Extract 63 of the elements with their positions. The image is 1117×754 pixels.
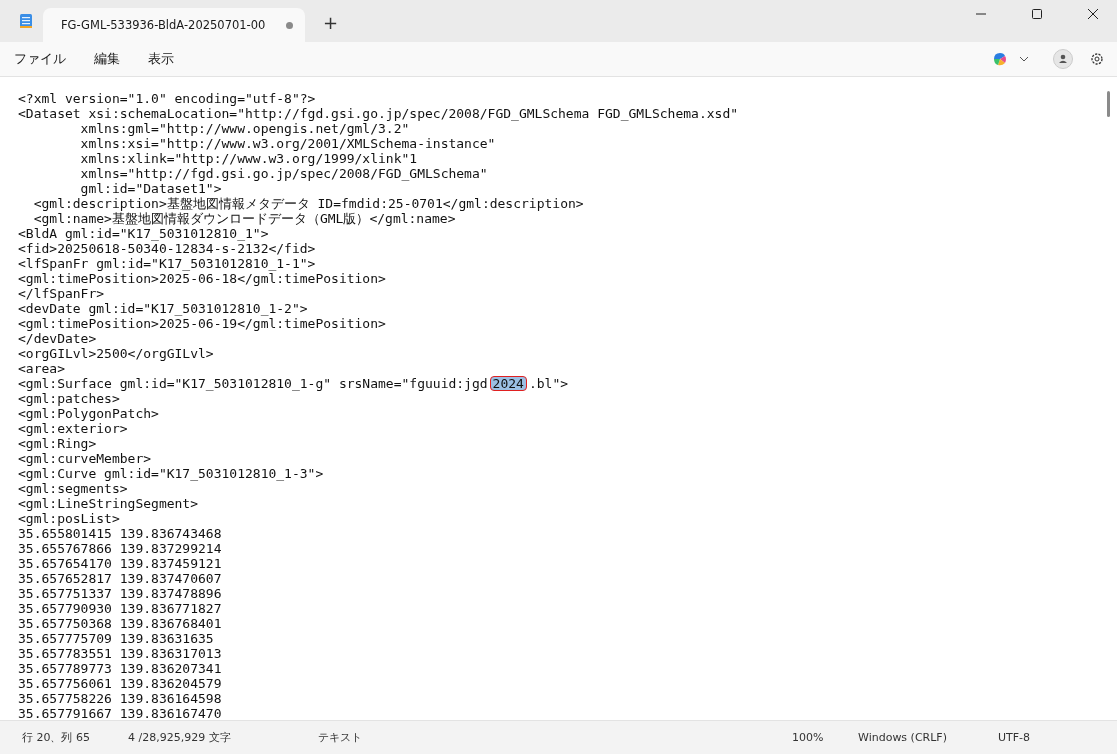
code-line: <gml:PolygonPatch> [18, 406, 159, 421]
code-line: <gml:name>基盤地図情報ダウンロードデータ（GML版）</gml:name> [32, 211, 456, 226]
code-line: <?xml version="1.0" encoding="utf-8"?> [18, 91, 316, 106]
code-line: <lfSpanFr gml:id="K17_5031012810_1-1"> [18, 256, 316, 271]
code-line: </lfSpanFr> [18, 286, 105, 301]
code-line: 35.657750368 139.836768401 [18, 616, 222, 631]
file-format: テキスト [317, 730, 363, 745]
menu-item[interactable]: 編集 [94, 50, 120, 68]
code-line: xmlns:xsi="http://www.w3.org/2001/XMLSchema-instance" [79, 136, 496, 151]
code-line: <gml:posList> [18, 511, 120, 526]
new-tab-button[interactable]: + [319, 8, 343, 36]
code-line: gml:id="Dataset1"> [79, 181, 222, 196]
code-line: <gml:LineStringSegment> [18, 496, 198, 511]
code-line: <area> [18, 361, 65, 376]
code-line: <Dataset xsi:schemaLocation="http://fgd.gsi.go.jp/spec/2008/FGD_GMLSchema FGD_GMLSchema.xsd" [18, 106, 739, 121]
code-line: 35.657652817 139.837470607 [18, 571, 222, 586]
code-line: 35.657775709 139.83631635 [18, 631, 214, 646]
copilot-icon[interactable] [991, 50, 1009, 68]
code-line: <gml:timePosition>2025-06-19</gml:timePosition> [18, 316, 386, 331]
encoding: UTF-8 [998, 731, 1031, 744]
code-line: 35.657790930 139.836771827 [18, 601, 222, 616]
notepad-icon [19, 13, 33, 29]
code-line: 35.657756061 139.836204579 [18, 676, 222, 691]
close-icon[interactable] [1087, 8, 1099, 20]
code-line: xmlns:gml="http://www.opengis.net/gml/3.2" [79, 121, 410, 136]
code-line: <fid>20250618-50340-12834-s-2132</fid> [18, 241, 316, 256]
account-icon[interactable] [1053, 49, 1073, 69]
code-line: 35.657791667 139.836167470 [18, 706, 222, 720]
code-line: 35.657783551 139.836317013 [18, 646, 222, 661]
code-text: <gml:Surface gml:id="K17_5031012810_1-g" srsName="fguuid:jgd [18, 376, 488, 391]
code-line: <devDate gml:id="K17_5031012810_1-2"> [18, 301, 308, 316]
code-line: 35.655767866 139.837299214 [18, 541, 222, 556]
menu-item[interactable]: 表示 [148, 50, 174, 68]
code-line: 35.657789773 139.836207341 [18, 661, 222, 676]
code-line: <gml:patches> [18, 391, 120, 406]
code-line: <gml:description>基盤地図情報メタデータ ID=fmdid:25-0701</gml:description> [32, 196, 584, 211]
zoom-level: 100% [791, 731, 825, 744]
character-count: 4 /28,925,929 文字 [127, 730, 232, 745]
code-line: <orgGILvl>2500</orgGILvl> [18, 346, 214, 361]
code-line: </devDate> [18, 331, 97, 346]
code-line: 35.657751337 139.837478896 [18, 586, 222, 601]
code-line: <gml:segments> [18, 481, 128, 496]
code-line: <gml:Ring> [18, 436, 97, 451]
code-line: 35.657654170 139.837459121 [18, 556, 222, 571]
file-tab[interactable]: FG-GML-533936-BldA-20250701-00 [43, 8, 305, 42]
chevron-down-icon[interactable] [1019, 56, 1029, 62]
code-line: <gml:exterior> [18, 421, 128, 436]
line-ending: Windows (CRLF) [858, 731, 948, 744]
scrollbar-thumb[interactable] [1107, 91, 1110, 117]
selected-text: 2024 [489, 376, 527, 391]
code-line: <gml:Curve gml:id="K17_5031012810_1-3"> [18, 466, 324, 481]
code-line: <BldA gml:id="K17_5031012810_1"> [18, 226, 269, 241]
code-text: .bl"> [528, 376, 569, 391]
code-line: xmlns:xlink="http://www.w3.org/1999/xlink"1 [79, 151, 418, 166]
code-line: <gml:curveMember> [18, 451, 152, 466]
code-line: 35.657758226 139.836164598 [18, 691, 222, 706]
settings-icon[interactable] [1089, 51, 1105, 67]
cursor-position: 行 20、列 65 [21, 730, 91, 745]
maximize-icon[interactable] [1031, 8, 1043, 20]
code-line: 35.655801415 139.836743468 [18, 526, 222, 541]
code-line: <gml:timePosition>2025-06-18</gml:timePosition> [18, 271, 386, 286]
menu-item[interactable]: ファイル [14, 50, 66, 68]
code-line: xmlns="http://fgd.gsi.go.jp/spec/2008/FGD_GMLSchema" [79, 166, 488, 181]
